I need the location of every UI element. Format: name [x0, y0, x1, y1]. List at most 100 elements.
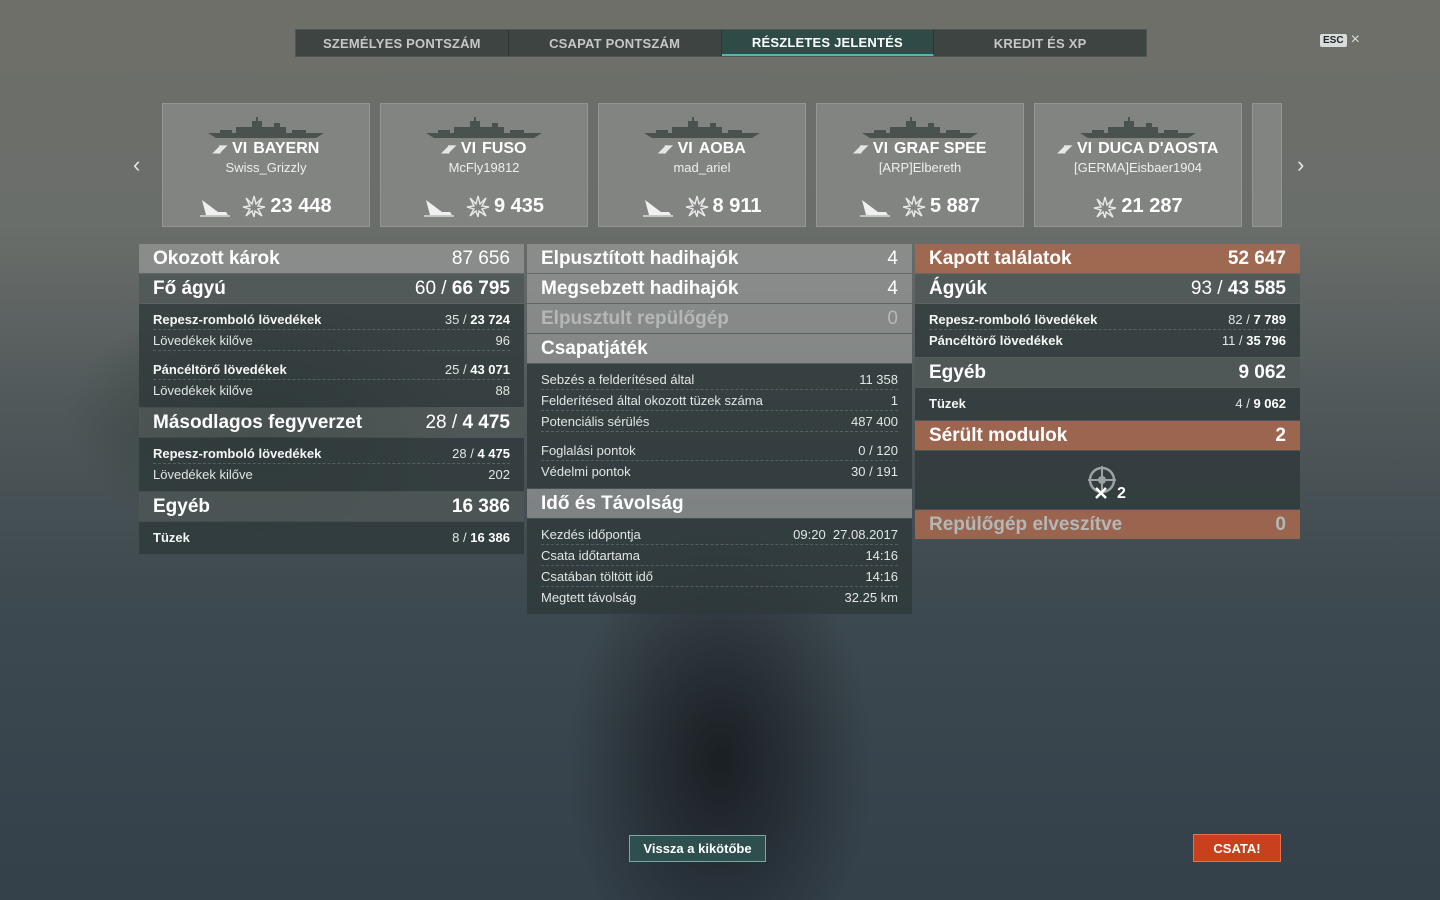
tab-team-score[interactable]: CSAPAT PONTSZÁM	[509, 30, 722, 56]
ship-tier: VI	[232, 140, 248, 157]
stat-row: Sebzés a felderítésed által 11 358	[541, 369, 898, 390]
esc-key-label: ESC	[1320, 33, 1347, 47]
battle-button[interactable]: CSATA!	[1193, 834, 1281, 862]
ship-class-icon: ◢◤	[441, 143, 456, 155]
sunk-ship-icon	[642, 200, 673, 217]
ship-card[interactable]: ◢◤ VI BAYERN Swiss_Grizzly 23 448	[162, 103, 370, 227]
received-other-value: 9 062	[1238, 361, 1286, 383]
ship-tier: VI	[872, 140, 889, 157]
ship-name: BAYERN	[253, 140, 320, 157]
damage-burst-icon	[685, 195, 708, 217]
destroyed-planes-value: 0	[887, 307, 898, 329]
main-battery-hits: 60	[414, 277, 437, 299]
ship-class-icon: ◢◤	[212, 143, 227, 155]
close-button[interactable]: ESC ×	[1320, 32, 1360, 48]
stat-row: Foglalási pontok 0 / 120	[541, 440, 898, 461]
other-damage-title: Egyéb	[153, 495, 211, 517]
stat-row: Lövedékek kilőve 202	[153, 466, 510, 482]
ship-card-partial[interactable]	[1252, 103, 1282, 227]
back-to-port-button[interactable]: Vissza a kikötőbe	[629, 835, 766, 862]
ship-class-icon: ◢◤	[853, 143, 868, 155]
damage-received-panel: Kapott találatok 52 647 Ágyúk 93 / 43 58…	[915, 244, 1300, 540]
damaged-modules-panel: 2	[915, 451, 1300, 509]
other-damage-details: Tüzek 8 / 16 386	[139, 522, 524, 554]
player-name: McFly19812	[448, 160, 520, 175]
stat-row: Csatában töltött idő 14:16	[541, 566, 898, 587]
damage-dealt-total: 87 656	[451, 247, 510, 269]
main-battery-details: Repesz-romboló lövedékek 35 / 23 724 Löve…	[139, 304, 524, 407]
damage-stat: 23 448	[242, 195, 332, 218]
stat-row: Tüzek 8 / 16 386	[153, 529, 510, 545]
tab-personal-score[interactable]: SZEMÉLYES PONTSZÁM	[296, 30, 509, 56]
main-battery-title: Fő ágyú	[153, 277, 226, 299]
damaged-modules-value: 2	[1275, 424, 1286, 446]
damaged-modules-title: Sérült modulok	[929, 424, 1068, 446]
destroyed-planes-label: Elpusztult repülőgép	[541, 307, 729, 329]
damaged-ships-value: 4	[887, 277, 898, 299]
carousel-prev-arrow-icon[interactable]: ‹	[133, 152, 140, 178]
stat-row: Páncéltörő lövedékek 11 / 35 796	[929, 332, 1286, 348]
ship-tier: VI	[460, 140, 477, 157]
damage-stat: 21 287	[1093, 195, 1183, 218]
teamplay-title: Csapatjáték	[541, 337, 648, 359]
damage-stat: 9 435	[466, 195, 544, 218]
ship-tier: VI	[677, 140, 693, 157]
battle-summary-panel: Elpusztított hadihajók 4 Megsebzett hadi…	[527, 244, 912, 615]
ship-silhouette-icon	[644, 117, 760, 138]
destroyed-ships-row: Elpusztított hadihajók 4	[527, 244, 912, 273]
other-damage-header: Egyéb 16 386	[139, 492, 524, 521]
stat-row: Repesz-romboló lövedékek 82 / 7 789	[929, 309, 1286, 330]
teamplay-header: Csapatjáték	[527, 334, 912, 363]
player-name: Swiss_Grizzly	[225, 160, 307, 175]
secondary-header: Másodlagos fegyverzet 28 / 4 475	[139, 408, 524, 437]
ship-silhouette-icon	[1080, 117, 1196, 138]
damage-dealt-header: Okozott károk 87 656	[139, 244, 524, 273]
ship-card[interactable]: ◢◤ VI DUCA D'AOSTA [GERMA]Eisbaer1904 21…	[1034, 103, 1242, 227]
damaged-modules-header: Sérült modulok 2	[915, 421, 1300, 450]
stat-row: Repesz-romboló lövedékek 28 / 4 475	[153, 443, 510, 464]
ship-card[interactable]: ◢◤ VI GRAF SPEE [ARP]Elbereth 5 887	[816, 103, 1024, 227]
ship-name: AOBA	[698, 140, 746, 157]
stat-row: Felderítésed által okozott tüzek száma 1	[541, 390, 898, 411]
player-name: [GERMA]Eisbaer1904	[1074, 160, 1202, 175]
ship-card-stats: 21 287	[1035, 195, 1241, 218]
stat-row: Megtett távolság 32.25 km	[541, 589, 898, 605]
planes-lost-title: Repülőgép elveszítve	[929, 513, 1123, 535]
player-name: [ARP]Elbereth	[878, 160, 962, 175]
ship-card[interactable]: ◢◤ VI AOBA mad_ariel 8 911	[598, 103, 806, 227]
tab-detailed-report[interactable]: RÉSZLETES JELENTÉS	[721, 30, 935, 56]
ship-name-row: ◢◤ VI AOBA	[599, 140, 805, 158]
damage-burst-icon	[466, 195, 490, 217]
ship-card[interactable]: ◢◤ VI FUSO McFly19812 9 435	[380, 103, 588, 227]
damage-burst-icon	[902, 195, 926, 217]
stat-row: Tüzek 4 / 9 062	[929, 395, 1286, 411]
received-other-details: Tüzek 4 / 9 062	[915, 388, 1300, 420]
sunk-ship-icon	[859, 200, 890, 217]
ship-name-row: ◢◤ VI FUSO	[381, 140, 587, 158]
ship-class-icon: ◢◤	[1057, 143, 1072, 155]
other-damage-value: 16 386	[451, 495, 510, 517]
close-icon[interactable]: ×	[1351, 32, 1360, 48]
stat-row: Kezdés időpontja 09:20 27.08.2017	[541, 524, 898, 545]
damage-value: 9 435	[493, 194, 545, 217]
damaged-module-count: 2	[1117, 485, 1126, 502]
destroyed-ships-label: Elpusztított hadihajók	[541, 247, 739, 269]
player-name: mad_ariel	[673, 160, 731, 175]
ship-name-row: ◢◤ VI BAYERN	[163, 140, 369, 158]
damage-stat: 8 911	[685, 194, 762, 218]
stat-row: Repesz-romboló lövedékek 35 / 23 724	[153, 309, 510, 330]
damage-value: 8 911	[712, 194, 762, 217]
planes-lost-header: Repülőgép elveszítve 0	[915, 510, 1300, 539]
received-hits-header: Kapott találatok 52 647	[915, 244, 1300, 273]
stat-row: Csata időtartama 14:16	[541, 545, 898, 566]
ship-name: GRAF SPEE	[894, 140, 987, 157]
ship-card-stats: 5 887	[817, 194, 1023, 218]
time-distance-title: Idő és Távolság	[541, 492, 684, 514]
damage-value: 21 287	[1121, 195, 1183, 217]
damage-stat: 5 887	[902, 195, 980, 218]
damage-dealt-panel: Okozott károk 87 656 Fő ágyú 60 / 66 795…	[139, 244, 524, 555]
carousel-next-arrow-icon[interactable]: ›	[1297, 152, 1304, 178]
tab-credits-xp[interactable]: KREDIT ÉS XP	[934, 30, 1146, 56]
ship-tier: VI	[1077, 140, 1093, 157]
ship-silhouette-icon	[862, 117, 978, 138]
